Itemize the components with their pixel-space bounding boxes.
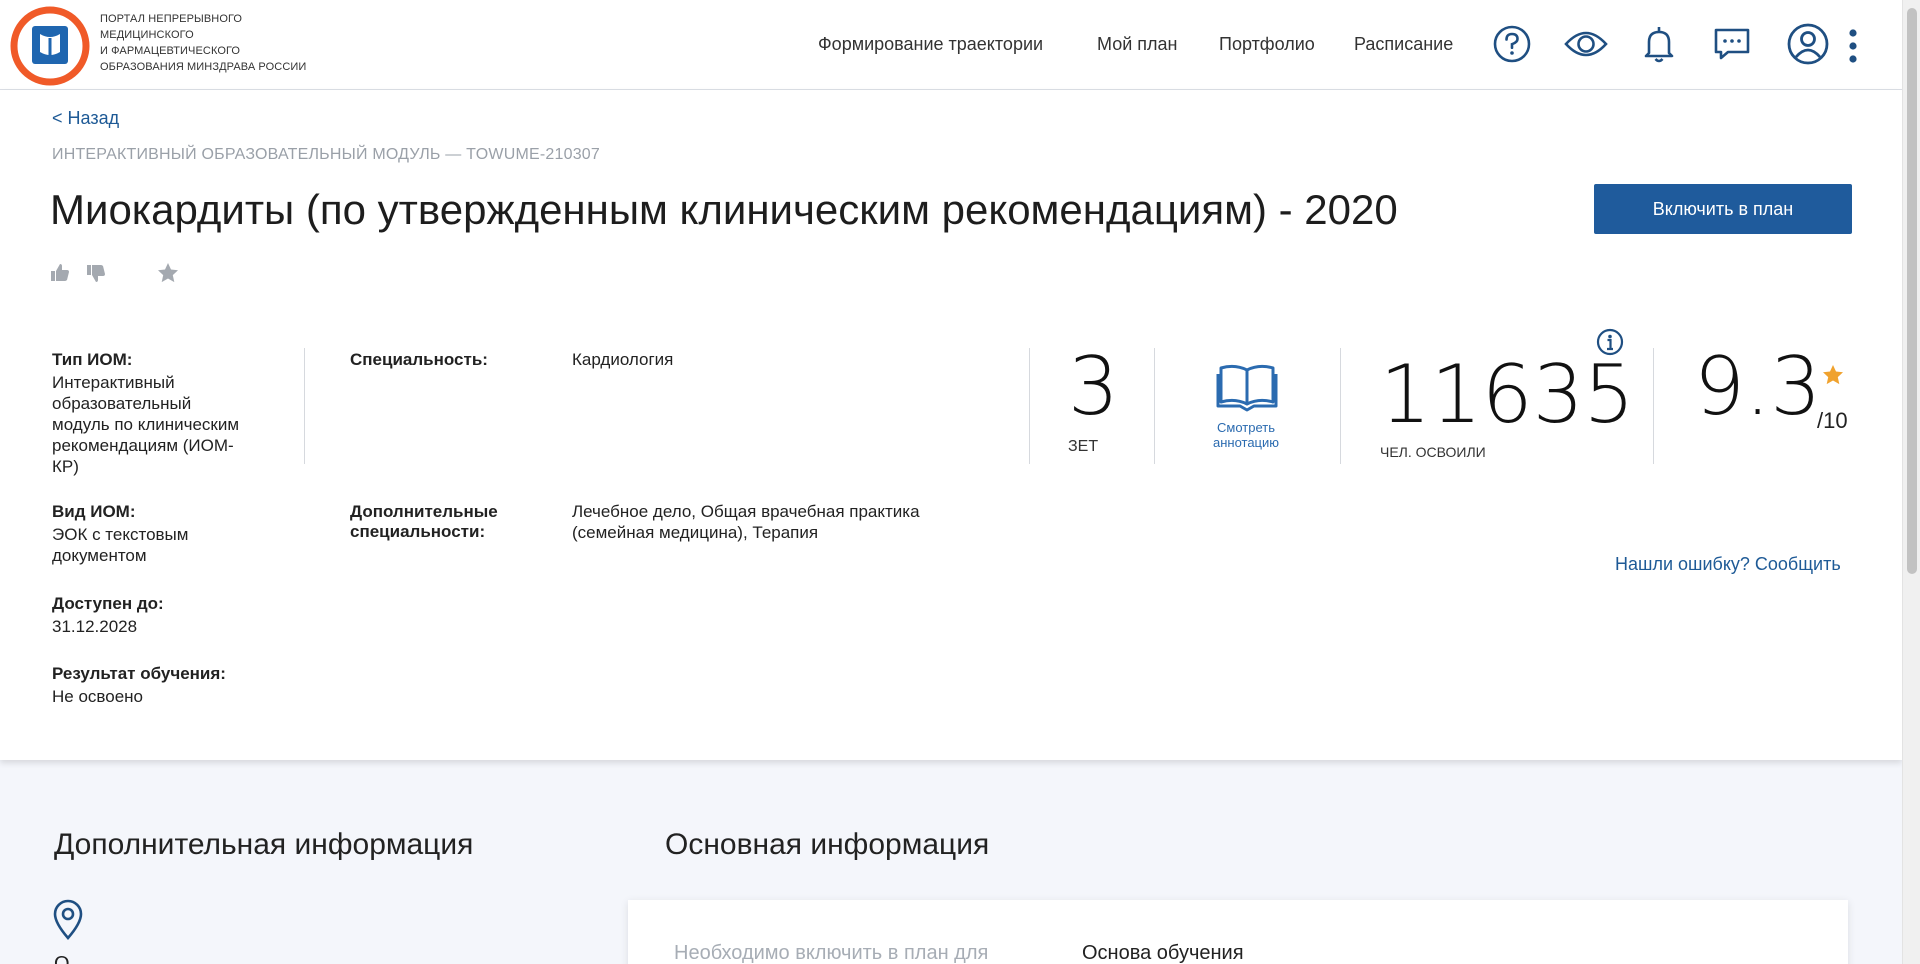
study-basis-label: Основа обучения bbox=[1082, 942, 1244, 964]
module-type-code: ИНТЕРАКТИВНЫЙ ОБРАЗОВАТЕЛЬНЫЙ МОДУЛЬ — T… bbox=[52, 146, 601, 163]
type-label: Тип ИОМ: bbox=[52, 350, 133, 369]
rating-max: /10 bbox=[1817, 408, 1848, 433]
specialty-value: Кардиология bbox=[572, 350, 674, 369]
divider bbox=[1340, 348, 1341, 464]
nav-trajectory[interactable]: Формирование траектории bbox=[818, 34, 1043, 55]
result-label: Результат обучения: bbox=[52, 664, 226, 683]
nav-portfolio[interactable]: Портфолио bbox=[1219, 34, 1315, 55]
user-icon[interactable] bbox=[1786, 22, 1830, 66]
type-value: Интерактивный образовательный модуль по … bbox=[52, 373, 240, 476]
zet-value: 3 bbox=[1068, 340, 1119, 433]
divider bbox=[1653, 348, 1654, 464]
kind-value: ЭОК с текстовым документом bbox=[52, 525, 189, 565]
mastered-value: 11635 bbox=[1380, 348, 1635, 441]
favorite-star-icon[interactable] bbox=[157, 262, 179, 284]
divider bbox=[1154, 348, 1155, 464]
nav-my-plan[interactable]: Мой план bbox=[1097, 34, 1177, 55]
scrollbar-thumb[interactable] bbox=[1907, 8, 1917, 574]
zet-label: ЗЕТ bbox=[1068, 438, 1099, 455]
nav-schedule[interactable]: Расписание bbox=[1354, 34, 1453, 55]
view-annotation-link[interactable]: Смотреть аннотацию bbox=[1196, 420, 1296, 450]
chat-icon[interactable] bbox=[1710, 22, 1754, 66]
additional-info-text: О bbox=[54, 953, 70, 964]
thumbs-up-icon[interactable] bbox=[49, 262, 71, 284]
top-header: ПОРТАЛ НЕПРЕРЫВНОГО МЕДИЦИНСКОГО И ФАРМА… bbox=[0, 0, 1902, 90]
eye-icon[interactable] bbox=[1564, 22, 1608, 66]
result-value: Не освоено bbox=[52, 687, 144, 706]
back-link[interactable]: < Назад bbox=[52, 108, 119, 129]
additional-info-title: Дополнительная информация bbox=[54, 828, 474, 861]
rating-value: 9.3 bbox=[1694, 340, 1822, 433]
bell-icon[interactable] bbox=[1637, 22, 1681, 66]
page-title: Миокардиты (по утвержденным клиническим … bbox=[50, 186, 1398, 233]
divider bbox=[1029, 348, 1030, 464]
divider bbox=[304, 348, 305, 464]
rating-star-icon bbox=[1823, 365, 1843, 385]
include-in-plan-button[interactable]: Включить в план bbox=[1594, 184, 1852, 234]
help-icon[interactable] bbox=[1490, 22, 1534, 66]
thumbs-down-icon[interactable] bbox=[85, 262, 107, 284]
portal-logo[interactable] bbox=[10, 6, 90, 86]
extra-specialty-label: Дополнительные специальности: bbox=[350, 502, 498, 541]
main-info-card: Необходимо включить в план для Основа об… bbox=[628, 900, 1848, 964]
kind-label: Вид ИОМ: bbox=[52, 502, 136, 521]
main-info-title: Основная информация bbox=[665, 828, 990, 861]
module-card: < Назад ИНТЕРАКТИВНЫЙ ОБРАЗОВАТЕЛЬНЫЙ МО… bbox=[0, 90, 1902, 760]
specialty-label: Специальность: bbox=[350, 350, 488, 369]
mastered-label: ЧЕЛ. ОСВОИЛИ bbox=[1380, 444, 1486, 460]
location-pin-icon bbox=[53, 899, 83, 940]
more-vertical-icon[interactable] bbox=[1846, 28, 1860, 64]
extra-specialty-value: Лечебное дело, Общая врачебная практика … bbox=[572, 502, 920, 542]
available-label: Доступен до: bbox=[52, 594, 164, 613]
portal-logo-text: ПОРТАЛ НЕПРЕРЫВНОГО МЕДИЦИНСКОГО И ФАРМА… bbox=[100, 13, 307, 73]
scrollbar[interactable] bbox=[1902, 0, 1920, 964]
report-error-link[interactable]: Нашли ошибку? Сообщить bbox=[1615, 554, 1841, 575]
plan-requirement-text: Необходимо включить в план для bbox=[674, 942, 989, 964]
book-icon[interactable] bbox=[1216, 362, 1278, 412]
available-value: 31.12.2028 bbox=[52, 617, 138, 636]
